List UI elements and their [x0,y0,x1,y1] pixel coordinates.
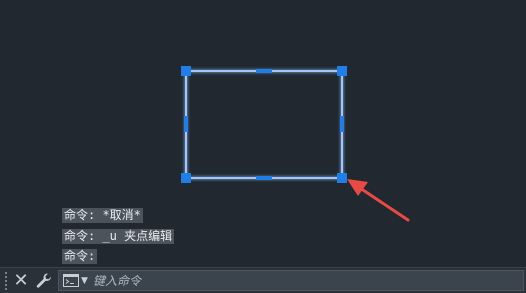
red-arrow-annotation [347,179,410,222]
grip-corner-bottom-left[interactable] [181,173,191,183]
command-history-line: 命令: _u 夹点编辑 [62,229,175,244]
grip-mid-top[interactable] [256,69,272,73]
grip-corner-top-left[interactable] [181,66,191,76]
grip-mid-left[interactable] [184,116,188,132]
selected-rectangle[interactable] [185,70,343,179]
close-icon[interactable]: ✕ [12,271,30,291]
grip-corner-top-right[interactable] [337,66,347,76]
command-input-box[interactable]: ▼ [58,270,524,291]
chevron-down-icon[interactable]: ▼ [81,273,88,289]
drag-handle[interactable] [4,271,8,291]
grip-corner-bottom-right[interactable] [337,173,347,183]
command-line-bar: ✕ ▼ [0,267,526,293]
wrench-icon[interactable] [35,272,53,290]
command-input[interactable] [93,271,513,290]
command-history-line: 命令: *取消* [62,208,143,223]
grip-mid-right[interactable] [340,116,344,132]
command-prompt-icon[interactable] [63,274,79,287]
command-history-line: 命令: [62,249,98,264]
grip-mid-bottom[interactable] [256,176,272,180]
